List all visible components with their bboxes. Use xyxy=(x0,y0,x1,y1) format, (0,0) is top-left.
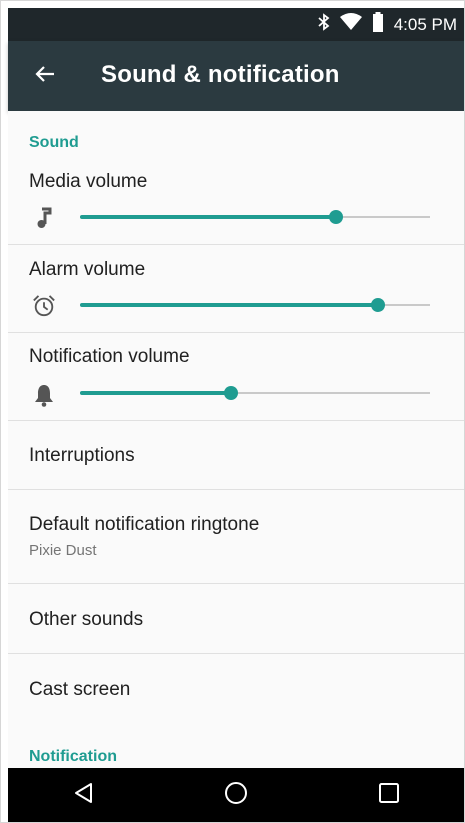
alarm-clock-icon xyxy=(32,294,56,318)
cast-screen-label: Cast screen xyxy=(29,679,131,700)
alarm-volume-label: Alarm volume xyxy=(29,259,146,280)
divider xyxy=(8,332,465,333)
recents-square-icon xyxy=(378,782,400,809)
slider-fill xyxy=(80,391,231,395)
ringtone-value: Pixie Dust xyxy=(29,542,97,559)
nav-back-button[interactable] xyxy=(54,774,114,818)
back-button[interactable] xyxy=(28,59,62,93)
section-header-sound: Sound xyxy=(29,134,79,151)
page-title: Sound & notification xyxy=(101,61,340,88)
nav-recents-button[interactable] xyxy=(359,774,419,818)
navigation-bar xyxy=(8,768,465,823)
slider-thumb[interactable] xyxy=(371,298,385,312)
music-note-icon xyxy=(32,206,56,230)
slider-thumb[interactable] xyxy=(329,210,343,224)
slider-fill xyxy=(80,303,378,307)
wifi-icon xyxy=(339,13,362,36)
status-icons: 4:05 PM xyxy=(318,8,457,41)
home-circle-icon xyxy=(224,781,248,810)
battery-icon xyxy=(372,12,384,37)
media-volume-label: Media volume xyxy=(29,171,148,192)
media-volume-slider[interactable] xyxy=(80,207,430,227)
status-time: 4:05 PM xyxy=(393,14,457,34)
section-header-notification: Notification xyxy=(29,748,117,765)
bluetooth-icon xyxy=(318,13,330,36)
other-sounds-label: Other sounds xyxy=(29,609,144,630)
interruptions-label: Interruptions xyxy=(29,445,135,466)
status-bar: 4:05 PM xyxy=(8,8,465,41)
bell-icon xyxy=(32,383,56,407)
settings-list: Sound Media volume Alarm volume Notifica… xyxy=(8,111,465,768)
arrow-back-icon xyxy=(35,64,55,89)
slider-thumb[interactable] xyxy=(224,386,238,400)
back-triangle-icon xyxy=(73,782,95,809)
notification-volume-label: Notification volume xyxy=(29,346,190,367)
ringtone-title: Default notification ringtone xyxy=(29,514,260,535)
alarm-volume-slider[interactable] xyxy=(80,295,430,315)
nav-home-button[interactable] xyxy=(206,774,266,818)
ringtone-row[interactable] xyxy=(8,490,465,583)
notification-volume-slider[interactable] xyxy=(80,383,430,403)
app-bar: Sound & notification xyxy=(8,41,465,111)
slider-fill xyxy=(80,215,336,219)
divider xyxy=(8,244,465,245)
